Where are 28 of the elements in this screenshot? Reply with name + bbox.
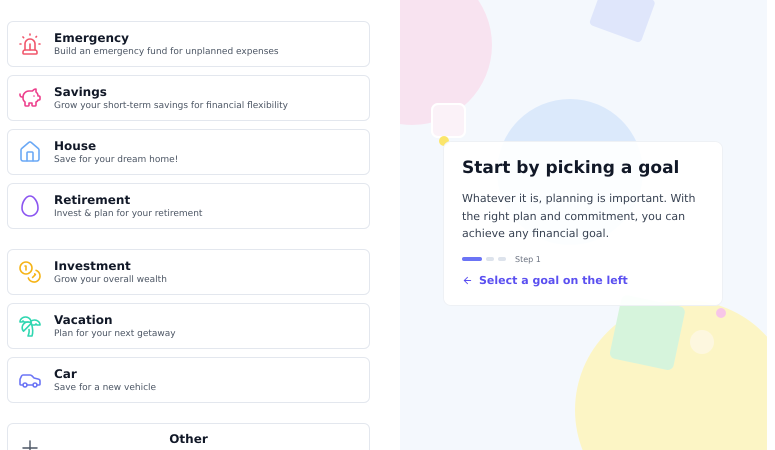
arrow-left-icon bbox=[462, 274, 473, 286]
goal-description: Invest & plan for your retirement bbox=[54, 209, 202, 219]
goal-title: Vacation bbox=[54, 313, 114, 327]
goal-card[interactable]: Emergency Build an emergency fund for unplanned expenses bbox=[7, 21, 370, 67]
goal-card[interactable]: Retirement Invest & plan for your retirement bbox=[7, 183, 370, 229]
goal-card[interactable]: Vacation Plan for your next getaway bbox=[7, 303, 370, 349]
goal-description: Grow your short-term savings for financial flexibility bbox=[54, 101, 288, 111]
goal-description: Grow your overall wealth bbox=[54, 275, 167, 285]
step-label: Step 1 bbox=[515, 254, 541, 264]
goal-title: Emergency bbox=[54, 31, 130, 45]
goal-card[interactable]: Other bbox=[7, 423, 370, 450]
goal-description: Build an emergency fund for unplanned expenses bbox=[54, 47, 279, 57]
intro-text: Whatever it is, planning is important. With the right plan and commitment, you can achieve any financial goal. bbox=[462, 191, 696, 242]
select-goal-link[interactable]: Select a goal on the left bbox=[462, 274, 628, 286]
goal-description: Save for a new vehicle bbox=[54, 383, 156, 393]
goal-card[interactable]: Car Save for a new vehicle bbox=[7, 357, 370, 403]
goal-title: House bbox=[54, 139, 98, 153]
goal-card[interactable]: Investment Grow your overall wealth bbox=[7, 249, 370, 295]
intro-title: Start by picking a goal bbox=[462, 158, 680, 178]
goal-title: Car bbox=[54, 367, 78, 381]
goal-card[interactable]: Savings Grow your short-term savings for financial flexibility bbox=[7, 75, 370, 121]
goal-title: Retirement bbox=[54, 193, 132, 207]
goal-title: Savings bbox=[54, 85, 108, 99]
goal-card[interactable]: House Save for your dream home! bbox=[7, 129, 370, 175]
goal-description: Save for your dream home! bbox=[54, 155, 178, 165]
goal-description: Plan for your next getaway bbox=[54, 329, 176, 339]
goal-title: Other bbox=[169, 432, 209, 446]
goal-title: Investment bbox=[54, 259, 132, 273]
